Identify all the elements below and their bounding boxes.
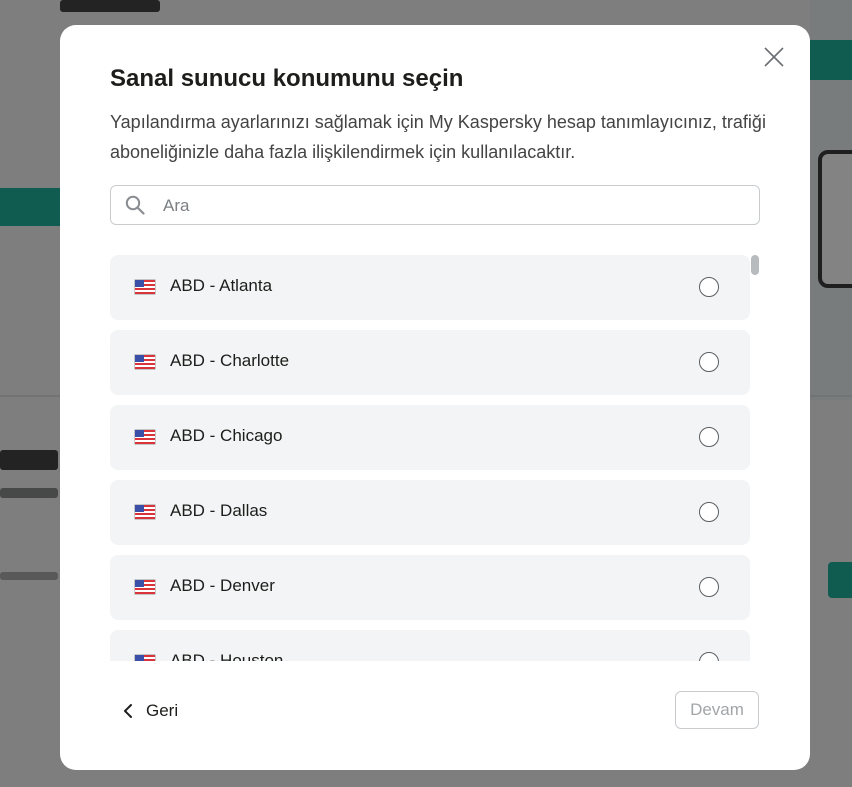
us-flag-icon [135, 280, 155, 294]
list-item[interactable]: ABD - Atlanta [110, 255, 750, 320]
search-input[interactable] [161, 186, 745, 226]
location-radio[interactable] [699, 652, 719, 661]
back-button[interactable]: Geri [122, 696, 178, 726]
list-item[interactable]: ABD - Dallas [110, 480, 750, 545]
close-button[interactable] [762, 45, 786, 69]
scrollbar-thumb[interactable] [751, 255, 759, 275]
list-item[interactable]: ABD - Charlotte [110, 330, 750, 395]
location-label: ABD - Charlotte [170, 351, 290, 370]
search-box[interactable] [110, 185, 760, 226]
location-label: ABD - Denver [170, 576, 275, 595]
us-flag-icon [135, 430, 155, 444]
location-label: ABD - Chicago [170, 426, 283, 445]
location-label: ABD - Atlanta [170, 276, 273, 295]
location-list[interactable]: ABD - Atlanta ABD - Charlotte ABD - Chic… [110, 255, 762, 661]
list-scrollbar[interactable] [750, 255, 760, 661]
location-radio[interactable] [699, 352, 719, 372]
us-flag-icon [135, 655, 155, 661]
location-label: ABD - Dallas [170, 501, 268, 520]
continue-button[interactable]: Devam [675, 691, 759, 729]
list-item[interactable]: ABD - Chicago [110, 405, 750, 470]
close-icon [764, 47, 784, 67]
location-radio[interactable] [699, 577, 719, 597]
back-button-label: Geri [146, 701, 179, 720]
list-item[interactable]: ABD - Denver [110, 555, 750, 620]
location-radio[interactable] [699, 502, 719, 522]
location-radio[interactable] [699, 277, 719, 297]
chevron-left-icon [124, 704, 132, 718]
search-icon [125, 195, 145, 215]
location-radio[interactable] [699, 427, 719, 447]
location-dialog: Sanal sunucu konumunu seçin Yapılandırma… [60, 25, 810, 770]
dialog-description: Yapılandırma ayarlarınızı sağlamak için … [110, 112, 766, 162]
list-item[interactable]: ABD - Houston [110, 630, 750, 661]
us-flag-icon [135, 580, 155, 594]
location-label: ABD - Houston [170, 651, 284, 661]
us-flag-icon [135, 355, 155, 369]
us-flag-icon [135, 505, 155, 519]
dialog-title: Sanal sunucu konumunu seçin [110, 65, 464, 92]
